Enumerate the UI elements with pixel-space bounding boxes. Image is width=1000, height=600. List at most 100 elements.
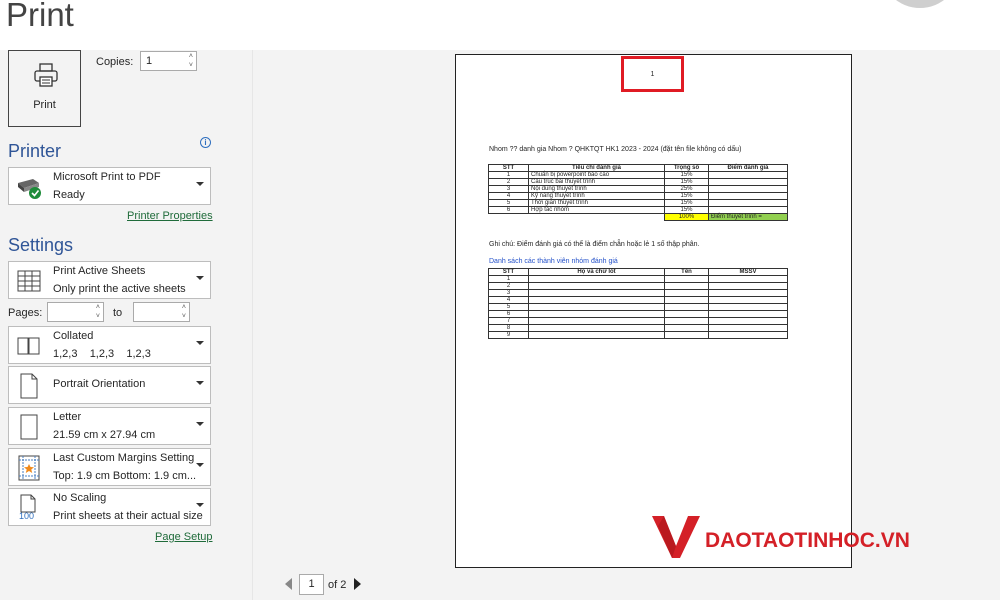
- scaling-label: No Scaling: [53, 492, 107, 504]
- cell-stt: 6: [488, 310, 529, 318]
- cell-criterion: Cấu trúc bài thuyết trình: [528, 178, 665, 186]
- copies-spinner[interactable]: 1 ˄ ˅: [140, 51, 197, 71]
- paper-size-dropdown[interactable]: Letter 21.59 cm x 27.94 cm: [8, 407, 211, 445]
- table-header-cell: Tên: [664, 268, 709, 276]
- cell-weight: 15%: [664, 192, 709, 200]
- watermark: DAOTAOTINHOC.VN: [650, 512, 950, 562]
- cell-empty: [708, 303, 788, 311]
- printer-properties-link[interactable]: Printer Properties: [127, 210, 213, 222]
- printer-section-title: Printer: [8, 141, 62, 161]
- cell-empty: [664, 282, 709, 290]
- table-header-cell: Tiêu chí đánh giá: [528, 164, 665, 172]
- cell-empty: [708, 275, 788, 283]
- cell-weight: 15%: [664, 206, 709, 214]
- collation-dropdown[interactable]: Collated 1,2,3 1,2,3 1,2,3: [8, 326, 211, 364]
- scaling-desc: Print sheets at their actual size: [53, 510, 203, 522]
- cell-empty: [528, 317, 665, 325]
- cell-stt: 3: [488, 289, 529, 297]
- cell-empty: [708, 282, 788, 290]
- orientation-dropdown[interactable]: Portrait Orientation: [8, 366, 211, 404]
- header-page-number: 1: [650, 71, 655, 78]
- printer-status: Ready: [53, 189, 85, 201]
- table-row: 6 Hợp tác nhóm 15%: [488, 206, 788, 214]
- scaling-dropdown[interactable]: 100 No Scaling Print sheets at their act…: [8, 488, 211, 526]
- margins-icon: [18, 455, 40, 481]
- table-row: 1: [488, 275, 788, 283]
- collation-order: 1,2,3 1,2,3 1,2,3: [53, 348, 151, 360]
- previous-page-icon[interactable]: [285, 578, 292, 590]
- printer-dropdown[interactable]: Microsoft Print to PDF Ready: [8, 167, 211, 205]
- scaling-percent-icon-text: 100: [19, 511, 35, 521]
- pages-to-input[interactable]: ˄ ˅: [133, 302, 190, 322]
- cell-stt: 3: [488, 185, 529, 193]
- orientation-label: Portrait Orientation: [53, 378, 146, 390]
- spinner-arrows-icon[interactable]: ˄ ˅: [96, 303, 100, 321]
- spinner-arrows-icon[interactable]: ˄ ˅: [189, 52, 193, 70]
- spinner-arrows-icon[interactable]: ˄ ˅: [182, 303, 186, 321]
- paper-size-dims: 21.59 cm x 27.94 cm: [53, 429, 156, 441]
- printer-name: Microsoft Print to PDF: [53, 171, 161, 183]
- table-row: 5 Thời gian thuyết trình 15%: [488, 199, 788, 207]
- table-row: 7: [488, 317, 788, 325]
- cell-score: [708, 199, 788, 207]
- pages-to-label: to: [113, 307, 123, 319]
- account-avatar[interactable]: [880, 0, 960, 8]
- cell-stt: 2: [488, 178, 529, 186]
- cell-score: [708, 185, 788, 193]
- print-what-dropdown[interactable]: Print Active Sheets Only print the activ…: [8, 261, 211, 299]
- cell-criterion: Chuẩn bị powerpoint báo cáo: [528, 171, 665, 179]
- paper-size-label: Letter: [53, 411, 82, 423]
- cell-score: [708, 192, 788, 200]
- settings-section-title: Settings: [8, 235, 74, 255]
- page-setup-link[interactable]: Page Setup: [155, 531, 213, 543]
- cell-empty: [528, 310, 665, 318]
- table-row: 3 Nội dung thuyết trình 25%: [488, 185, 788, 193]
- cell-empty: [528, 289, 665, 297]
- cell-stt: 7: [488, 317, 529, 325]
- cell-stt: 9: [488, 331, 529, 339]
- table-row: 9: [488, 331, 788, 339]
- criteria-table: STT Tiêu chí đánh giá Trọng số Điểm đánh…: [488, 164, 788, 221]
- table-header-cell: Trọng số: [664, 164, 709, 172]
- sheets-icon: [17, 270, 41, 292]
- empty-cell: [489, 214, 529, 221]
- cell-score: [708, 206, 788, 214]
- chevron-down-icon: [196, 276, 204, 280]
- cell-criterion: Thời gian thuyết trình: [528, 199, 665, 207]
- next-page-icon[interactable]: [354, 578, 361, 590]
- table-header-cell: Điểm đánh giá: [708, 164, 788, 172]
- portrait-page-icon: [20, 373, 38, 399]
- chevron-down-icon: [196, 422, 204, 426]
- margins-dropdown[interactable]: Last Custom Margins Setting Top: 1.9 cm …: [8, 448, 211, 486]
- chevron-down-icon: [196, 341, 204, 345]
- copies-label: Copies:: [96, 56, 134, 68]
- pages-from-input[interactable]: ˄ ˅: [47, 302, 104, 322]
- cell-stt: 5: [488, 199, 529, 207]
- info-icon[interactable]: i: [200, 137, 211, 148]
- table-total-row: 100% Điểm thuyết trình =: [489, 213, 788, 221]
- member-table: STT Họ và chữ lót Tên MSSV 1 2 3 4 5 6 7…: [488, 268, 788, 339]
- current-page-input[interactable]: 1: [299, 574, 324, 595]
- cell-empty: [528, 282, 665, 290]
- cell-empty: [708, 289, 788, 297]
- cell-empty: [528, 331, 665, 339]
- cell-empty: [664, 303, 709, 311]
- cell-empty: [664, 324, 709, 332]
- copies-value: 1: [146, 55, 153, 67]
- cell-empty: [664, 317, 709, 325]
- print-button-label: Print: [33, 99, 56, 111]
- chevron-down-icon: [196, 463, 204, 467]
- collation-label: Collated: [53, 330, 94, 342]
- cell-stt: 8: [488, 324, 529, 332]
- cell-empty: [708, 310, 788, 318]
- cell-weight: 15%: [664, 199, 709, 207]
- cell-empty: [528, 324, 665, 332]
- collated-icon: [17, 337, 40, 355]
- cell-stt: 4: [488, 192, 529, 200]
- cell-stt: 5: [488, 303, 529, 311]
- table-header-cell: STT: [488, 164, 529, 172]
- table-header-cell: MSSV: [708, 268, 788, 276]
- chevron-down-icon: [196, 503, 204, 507]
- print-button[interactable]: Print: [8, 50, 81, 127]
- backstage-header: Print: [0, 0, 1000, 50]
